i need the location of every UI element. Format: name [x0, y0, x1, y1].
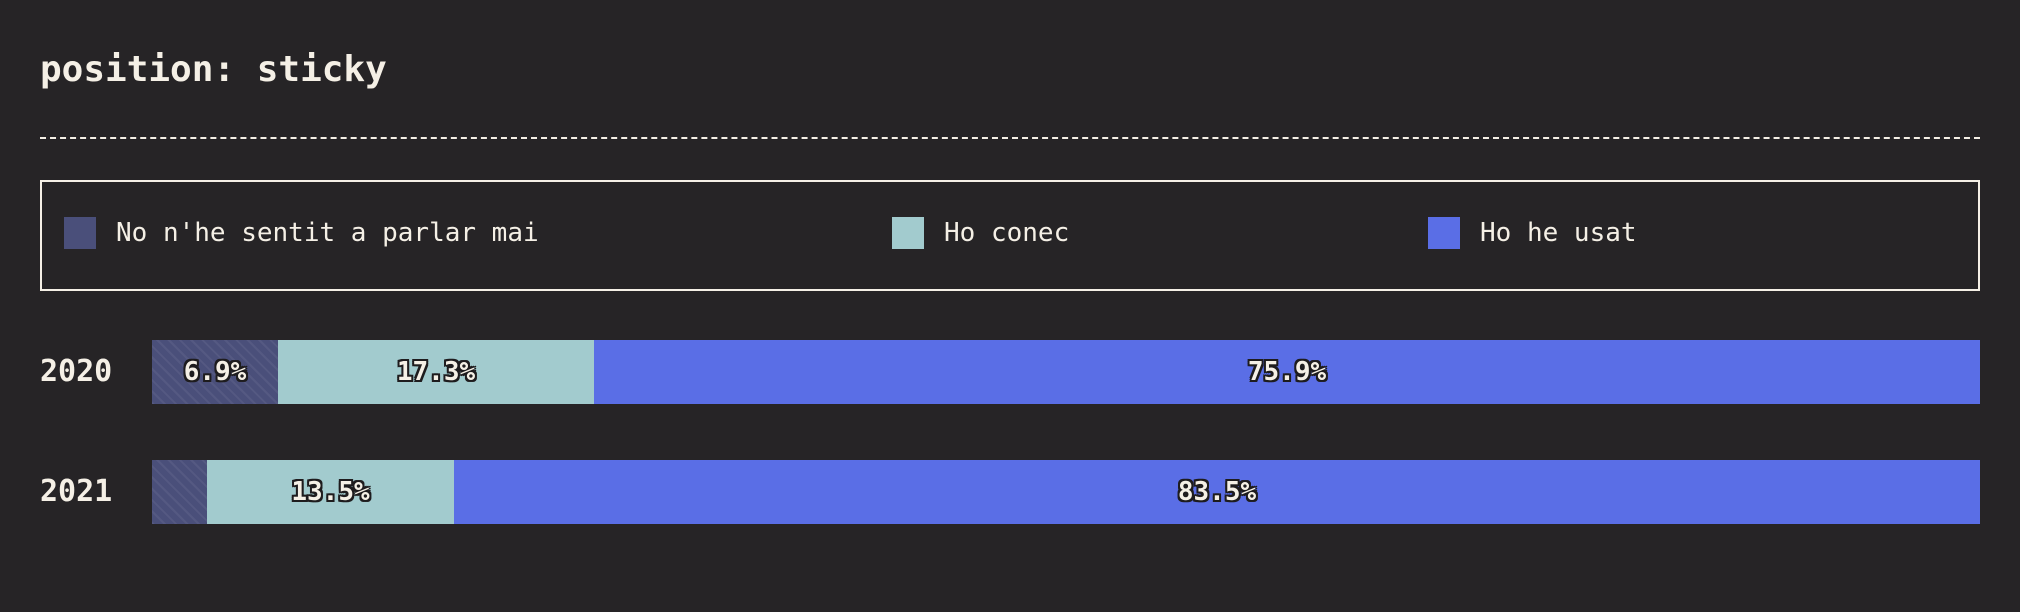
- legend-label-know-it: Ho conec: [944, 218, 1070, 248]
- legend-item-never-heard: No n'he sentit a parlar mai: [64, 217, 539, 249]
- data-label: 75.9%: [1247, 357, 1327, 387]
- legend-label-have-used: Ho he usat: [1480, 218, 1637, 248]
- bar-row-2020: 2020 6.9% 17.3% 75.9%: [40, 340, 1980, 404]
- bar-segment-never-heard: [152, 460, 207, 524]
- chart-page: position: sticky No n'he sentit a parlar…: [0, 0, 2020, 612]
- bar-track: 13.5% 83.5%: [152, 460, 1980, 524]
- legend-item-know-it: Ho conec: [892, 217, 1069, 249]
- chart-legend: No n'he sentit a parlar mai Ho conec Ho …: [40, 180, 1980, 291]
- bar-segment-never-heard: 6.9%: [152, 340, 278, 404]
- legend-item-have-used: Ho he usat: [1428, 217, 1637, 249]
- legend-label-never-heard: No n'he sentit a parlar mai: [116, 218, 539, 248]
- title-divider: [40, 137, 1980, 139]
- bar-segment-have-used: 83.5%: [454, 460, 1980, 524]
- bar-row-2021: 2021 13.5% 83.5%: [40, 460, 1980, 524]
- category-label: 2020: [40, 354, 113, 389]
- data-label: 13.5%: [291, 477, 370, 507]
- data-label: 6.9%: [183, 357, 247, 387]
- legend-swatch-never-heard: [64, 217, 96, 249]
- bar-segment-know-it: 13.5%: [207, 460, 454, 524]
- legend-swatch-know-it: [892, 217, 924, 249]
- data-label: 83.5%: [1177, 477, 1257, 507]
- bar-track: 6.9% 17.3% 75.9%: [152, 340, 1980, 404]
- bar-segment-have-used: 75.9%: [594, 340, 1980, 404]
- chart-title: position: sticky: [40, 49, 387, 90]
- legend-swatch-have-used: [1428, 217, 1460, 249]
- category-label: 2021: [40, 474, 113, 509]
- bar-segment-know-it: 17.3%: [278, 340, 594, 404]
- data-label: 17.3%: [396, 357, 476, 387]
